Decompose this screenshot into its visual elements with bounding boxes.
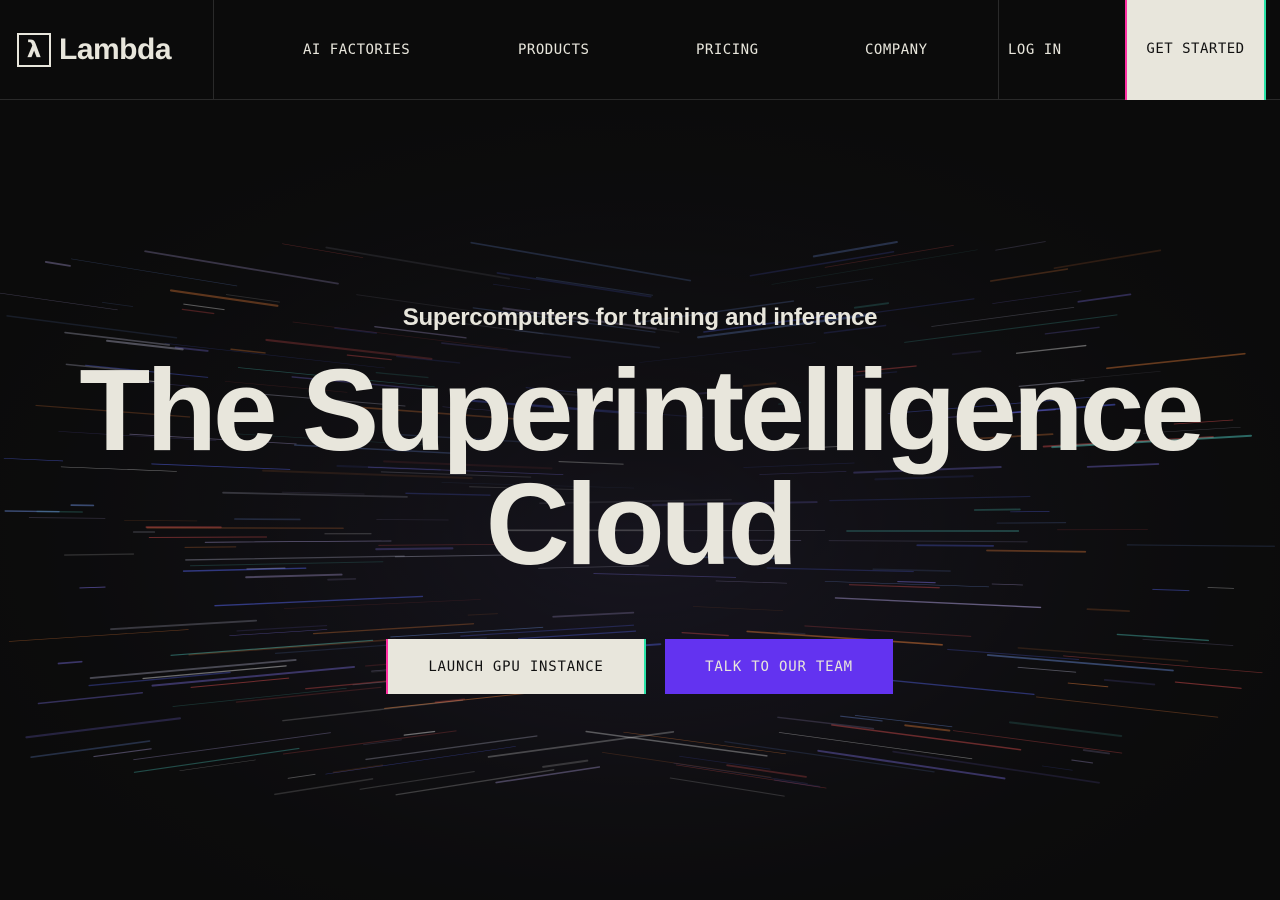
brand-name: Lambda [59,33,172,66]
top-nav: λ Lambda AI FACTORIES PRODUCTS PRICING C… [0,0,1280,100]
hero: Supercomputers for training and inferenc… [0,101,1280,900]
nav-link-ai-factories[interactable]: AI FACTORIES [303,0,410,100]
nav-link-company[interactable]: COMPANY [865,0,928,100]
launch-gpu-instance-button[interactable]: LAUNCH GPU INSTANCE [386,639,646,694]
login-link[interactable]: LOG IN [1008,0,1062,100]
lambda-logo-icon: λ [17,33,51,67]
hero-headline: The Superintelligence Cloud [0,345,1280,589]
logo[interactable]: λ Lambda [0,0,214,100]
hero-headline-line-1: The Superintelligence [79,345,1204,475]
hero-subtitle: Supercomputers for training and inferenc… [402,304,878,331]
page: λ Lambda AI FACTORIES PRODUCTS PRICING C… [0,0,1280,900]
nav-divider [998,0,999,100]
nav-link-products[interactable]: PRODUCTS [518,0,589,100]
nav-link-pricing[interactable]: PRICING [696,0,759,100]
hero-headline-line-2: Cloud [485,459,799,589]
talk-to-our-team-button[interactable]: TALK TO OUR TEAM [665,639,893,694]
get-started-button[interactable]: GET STARTED [1125,0,1266,100]
